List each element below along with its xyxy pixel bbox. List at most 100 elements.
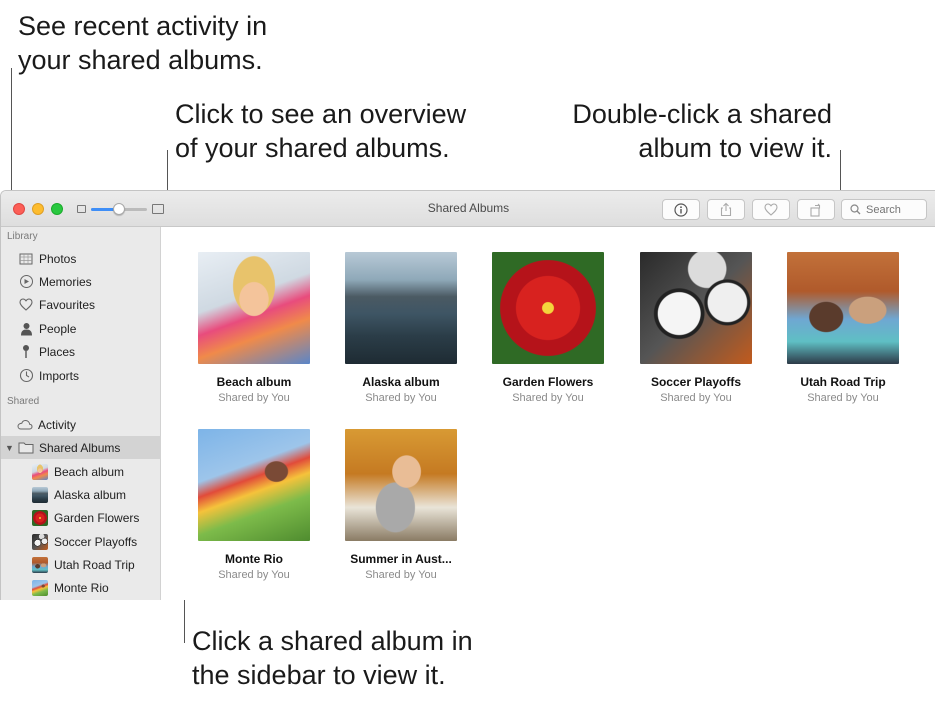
share-icon	[720, 202, 732, 217]
album-tile[interactable]: Summer in Aust... Shared by You	[327, 429, 475, 581]
info-button[interactable]	[662, 199, 700, 220]
minimize-button[interactable]	[32, 203, 44, 215]
album-tile[interactable]: Alaska album Shared by You	[327, 252, 475, 404]
heart-icon	[764, 203, 778, 216]
callout-line: Click to see an overview	[175, 99, 467, 129]
search-icon	[850, 204, 861, 215]
album-name: Garden Flowers	[502, 375, 594, 389]
album-cover[interactable]	[787, 252, 899, 364]
sidebar-item-label: Places	[39, 344, 76, 359]
callout-sidebar-click: Click a shared album in the sidebar to v…	[192, 624, 473, 692]
sidebar-item-activity[interactable]: Activity	[1, 413, 161, 436]
callout-line: Double-click a shared	[572, 99, 832, 129]
album-cover[interactable]	[198, 252, 310, 364]
callout-activity: See recent activity in your shared album…	[18, 9, 267, 77]
callout-line: album to view it.	[638, 133, 832, 163]
sidebar-item-album[interactable]: Monte Rio	[1, 576, 161, 599]
album-thumbnail	[32, 533, 48, 550]
sidebar-section-library: Library	[7, 231, 38, 242]
album-shared-by: Shared by You	[807, 392, 879, 404]
sidebar-item-memories[interactable]: Memories	[1, 270, 161, 293]
album-tile[interactable]: Beach album Shared by You	[180, 252, 328, 404]
album-thumbnail	[32, 556, 48, 573]
zoom-slider-knob[interactable]	[113, 203, 125, 215]
sidebar-item-label: Garden Flowers	[54, 510, 140, 525]
callout-line: See recent activity in	[18, 11, 268, 41]
album-shared-by: Shared by You	[218, 569, 290, 581]
person-icon	[17, 320, 35, 338]
photos-icon	[17, 250, 35, 268]
pin-icon	[17, 343, 35, 361]
callout-double-click: Double-click a shared album to view it.	[543, 97, 832, 165]
album-cover[interactable]	[198, 429, 310, 541]
sidebar-item-places[interactable]: Places	[1, 340, 161, 363]
album-name: Monte Rio	[225, 552, 283, 566]
photos-window: Shared Albums Library Photos Mem	[0, 190, 935, 600]
sidebar-item-album[interactable]: Soccer Playoffs	[1, 530, 161, 553]
album-name: Beach album	[216, 375, 292, 389]
album-tile[interactable]: Utah Road Trip Shared by You	[769, 252, 917, 404]
album-shared-by: Shared by You	[660, 392, 732, 404]
share-button[interactable]	[707, 199, 745, 220]
window-title: Shared Albums	[427, 201, 510, 215]
album-shared-by: Shared by You	[218, 392, 290, 404]
info-icon	[674, 202, 688, 217]
disclosure-triangle-icon[interactable]: ▼	[5, 443, 15, 453]
sidebar-item-label: Photos	[39, 251, 77, 266]
album-name: Soccer Playoffs	[650, 375, 742, 389]
zoom-in-icon	[152, 204, 164, 214]
sidebar-item-label: Alaska album	[54, 487, 127, 502]
rotate-icon	[810, 203, 821, 217]
close-button[interactable]	[13, 203, 25, 215]
sidebar-item-shared-albums[interactable]: ▼ Shared Albums	[1, 436, 161, 459]
sidebar-item-label: Favourites	[39, 297, 96, 312]
title-bar: Shared Albums	[1, 191, 935, 227]
album-tile[interactable]: Monte Rio Shared by You	[180, 429, 328, 581]
zoom-out-icon	[77, 205, 86, 213]
sidebar-item-label: Monte Rio	[54, 580, 109, 595]
rotate-button[interactable]	[797, 199, 835, 220]
favourite-button[interactable]	[752, 199, 790, 220]
album-thumbnail	[32, 509, 48, 526]
sidebar-item-album[interactable]: Alaska album	[1, 483, 161, 506]
album-name: Alaska album	[362, 375, 440, 389]
album-shared-by: Shared by You	[512, 392, 584, 404]
sidebar-item-label: Soccer Playoffs	[54, 534, 138, 549]
album-cover[interactable]	[492, 252, 604, 364]
album-cover[interactable]	[345, 429, 457, 541]
album-thumbnail	[32, 463, 48, 480]
sidebar-item-album[interactable]: Utah Road Trip	[1, 553, 161, 576]
album-cover[interactable]	[640, 252, 752, 364]
sidebar-item-label: People	[39, 321, 77, 336]
sidebar-item-imports[interactable]: Imports	[1, 364, 161, 387]
album-tile[interactable]: Garden Flowers Shared by You	[474, 252, 622, 404]
album-tile[interactable]: Soccer Playoffs Shared by You	[622, 252, 770, 404]
sidebar-item-photos[interactable]: Photos	[1, 247, 161, 270]
folder-icon	[17, 439, 35, 457]
album-name: Summer in Aust...	[350, 552, 452, 566]
sidebar-item-favourites[interactable]: Favourites	[1, 293, 161, 316]
sidebar-item-label: Memories	[39, 274, 92, 289]
album-shared-by: Shared by You	[365, 569, 437, 581]
sidebar-item-people[interactable]: People	[1, 317, 161, 340]
sidebar-item-label: Imports	[39, 368, 80, 383]
callout-line: the sidebar to view it.	[192, 660, 446, 690]
album-thumbnail	[32, 579, 48, 596]
sidebar-item-label: Activity	[38, 417, 77, 432]
callout-line: Click a shared album in	[192, 626, 473, 656]
shared-albums-grid: Beach album Shared by You Alaska album S…	[162, 227, 935, 600]
zoom-slider[interactable]	[91, 203, 147, 215]
album-cover[interactable]	[345, 252, 457, 364]
callout-line: of your shared albums.	[175, 133, 450, 163]
album-shared-by: Shared by You	[365, 392, 437, 404]
album-thumbnail	[32, 486, 48, 503]
sidebar-item-label: Beach album	[54, 464, 125, 479]
sidebar-item-album[interactable]: Garden Flowers	[1, 506, 161, 529]
sidebar-section-shared: Shared	[7, 396, 40, 407]
callout-line: your shared albums.	[18, 45, 263, 75]
heart-icon	[17, 296, 35, 314]
fullscreen-button[interactable]	[51, 203, 63, 215]
memories-icon	[17, 273, 35, 291]
sidebar-item-label: Utah Road Trip	[54, 557, 135, 572]
sidebar-item-album[interactable]: Beach album	[1, 460, 161, 483]
